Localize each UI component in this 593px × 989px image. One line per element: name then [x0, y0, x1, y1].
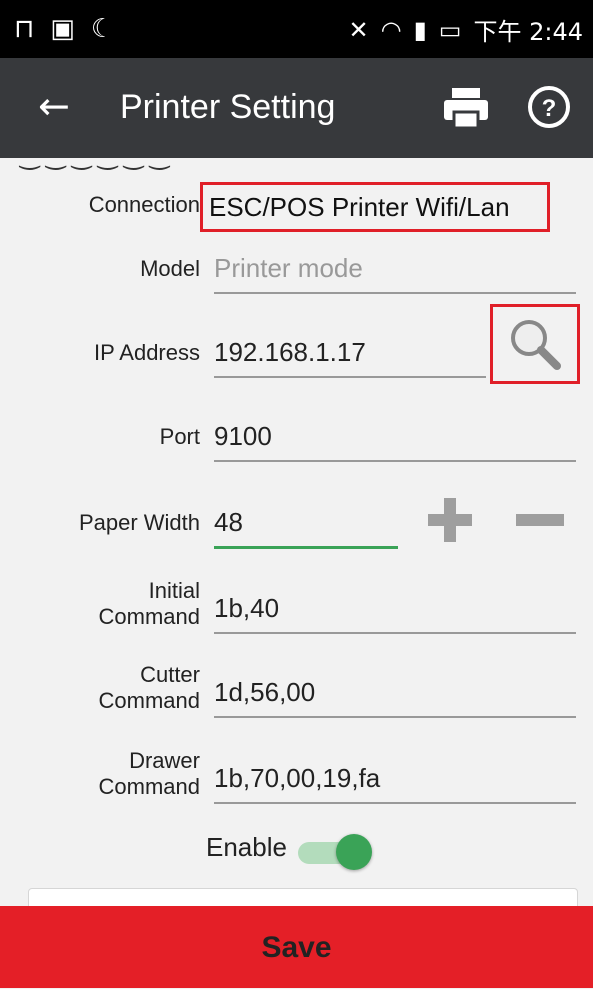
help-icon[interactable]: ?	[526, 84, 572, 130]
photo-icon: ▣	[50, 14, 75, 44]
initial-command-label: Initial Command	[98, 578, 200, 629]
paper-width-label: Paper Width	[78, 510, 200, 535]
back-arrow-icon[interactable]: ←	[38, 86, 78, 126]
svg-text:?: ?	[542, 95, 557, 122]
model-field[interactable]: Printer mode	[214, 248, 576, 294]
clipped-row-text: ‿ ‿ ‿ ‿ ‿ ‿	[20, 158, 169, 171]
paper-width-field[interactable]: 48	[214, 502, 398, 549]
next-card-partial	[28, 888, 578, 906]
cutter-command-field[interactable]: 1d,56,00	[214, 672, 576, 718]
connection-label: Connection	[88, 192, 200, 217]
ip-address-field[interactable]: 192.168.1.17	[214, 332, 486, 378]
status-bar: ⊓ ▣ ☾ ✕ ◠ ▮ ▭ 下午 2:44	[0, 0, 593, 58]
mute-icon: ✕	[348, 15, 369, 44]
connection-select[interactable]: ESC/POS Printer Wifi/Lan	[200, 182, 550, 232]
settings-form: ‿ ‿ ‿ ‿ ‿ ‿ Connection ESC/POS Printer W…	[0, 158, 593, 906]
search-button[interactable]	[490, 304, 580, 384]
model-label: Model	[140, 256, 200, 281]
battery-charging-icon: ▭	[438, 15, 462, 44]
status-time: 下午 2:44	[473, 18, 583, 46]
toggle-thumb	[336, 834, 372, 870]
printer-icon[interactable]	[442, 86, 490, 130]
plus-icon[interactable]	[428, 498, 472, 542]
drawer-command-field[interactable]: 1b,70,00,19,fa	[214, 758, 576, 804]
port-field[interactable]: 9100	[214, 416, 576, 462]
signal-icon: ▮	[413, 15, 427, 44]
enable-label: Enable	[206, 832, 287, 862]
search-icon	[511, 320, 561, 370]
app-bar: ← Printer Setting ?	[0, 58, 593, 158]
enable-toggle[interactable]	[298, 834, 374, 870]
sync-icon: ☾	[90, 14, 115, 44]
port-label: Port	[159, 424, 200, 449]
page-title: Printer Setting	[120, 88, 336, 126]
wifi-icon: ◠	[380, 15, 402, 44]
drawer-command-label: Drawer Command	[98, 748, 200, 799]
minus-icon[interactable]	[516, 514, 564, 526]
cutter-command-label: Cutter Command	[98, 662, 200, 713]
ip-address-label: IP Address	[94, 340, 200, 365]
notification-icon: ⊓	[14, 14, 35, 44]
save-button[interactable]: Save	[0, 906, 593, 988]
initial-command-field[interactable]: 1b,40	[214, 588, 576, 634]
